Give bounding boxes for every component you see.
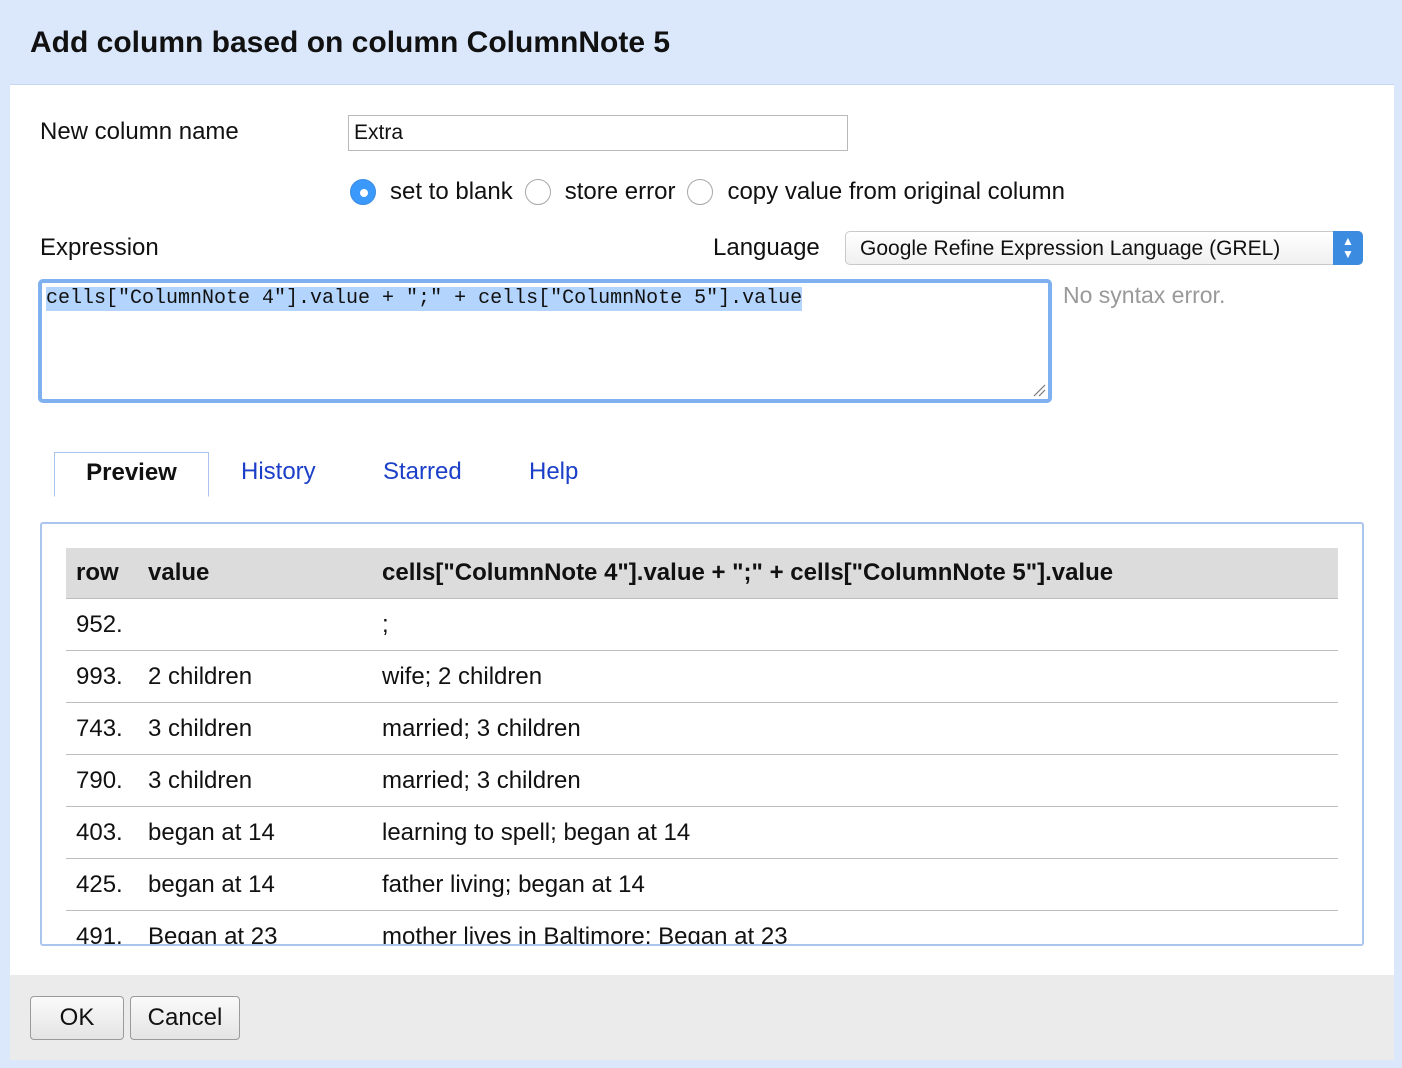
row-value	[138, 598, 372, 651]
radio-label-store-error: store error	[564, 178, 676, 205]
radio-label-copy-value: copy value from original column	[727, 178, 1065, 205]
dialog-title-bar: Add column based on column ColumnNote 5	[10, 0, 1394, 85]
new-column-name-label: New column name	[40, 118, 239, 145]
tab-help[interactable]: Help	[529, 452, 578, 496]
syntax-status: No syntax error.	[1063, 282, 1226, 308]
row-value: Began at 23	[138, 910, 372, 944]
row-result: learning to spell; began at 14	[372, 806, 1338, 859]
dialog-title: Add column based on column ColumnNote 5	[30, 26, 671, 59]
row-number: 952.	[66, 598, 138, 651]
row-result: mother lives in Baltimore; Began at 23	[372, 910, 1338, 944]
row-result: married; 3 children	[372, 702, 1338, 755]
dialog-footer: OK Cancel	[10, 975, 1394, 1060]
new-column-name-input[interactable]	[348, 115, 848, 151]
expression-text: cells["ColumnNote 4"].value + ";" + cell…	[46, 287, 803, 311]
radio-copy-value[interactable]	[687, 179, 714, 205]
table-row: 790. 3 children married; 3 children	[66, 754, 1338, 807]
row-number: 993.	[66, 650, 138, 703]
on-error-options: set to blank store error copy value from…	[350, 175, 1077, 209]
cancel-button[interactable]: Cancel	[130, 996, 240, 1040]
row-value: 3 children	[138, 754, 372, 807]
row-result: married; 3 children	[372, 754, 1338, 807]
header-expression: cells["ColumnNote 4"].value + ";" + cell…	[372, 548, 1338, 599]
table-row: 403. began at 14 learning to spell; bega…	[66, 806, 1338, 859]
row-number: 425.	[66, 858, 138, 911]
row-value: began at 14	[138, 858, 372, 911]
table-row: 952. ;	[66, 598, 1338, 651]
language-select[interactable]: Google Refine Expression Language (GREL)…	[845, 231, 1363, 265]
table-row: 993. 2 children wife; 2 children	[66, 650, 1338, 703]
dialog-body: New column name set to blank store error…	[10, 85, 1394, 975]
table-row: 491. Began at 23 mother lives in Baltimo…	[66, 910, 1338, 944]
ok-button[interactable]: OK	[30, 996, 124, 1040]
preview-panel[interactable]: row value cells["ColumnNote 4"].value + …	[40, 522, 1364, 946]
row-number: 491.	[66, 910, 138, 944]
add-column-dialog: Add column based on column ColumnNote 5 …	[0, 0, 1402, 1068]
row-number: 743.	[66, 702, 138, 755]
tab-starred[interactable]: Starred	[383, 452, 462, 496]
row-value: 3 children	[138, 702, 372, 755]
radio-label-set-to-blank: set to blank	[390, 178, 513, 205]
table-row: 425. began at 14 father living; began at…	[66, 858, 1338, 911]
row-result: ;	[372, 598, 1338, 651]
radio-set-to-blank[interactable]	[350, 179, 376, 205]
preview-table: row value cells["ColumnNote 4"].value + …	[66, 548, 1338, 944]
resize-grip-icon[interactable]	[1032, 383, 1046, 397]
language-label: Language	[713, 234, 820, 261]
preview-header-row: row value cells["ColumnNote 4"].value + …	[66, 548, 1338, 599]
row-number: 403.	[66, 806, 138, 859]
row-result: father living; began at 14	[372, 858, 1338, 911]
row-result: wife; 2 children	[372, 650, 1338, 703]
tab-preview[interactable]: Preview	[54, 452, 209, 497]
header-row: row	[66, 548, 138, 599]
table-row: 743. 3 children married; 3 children	[66, 702, 1338, 755]
select-arrows-icon: ▲ ▼	[1333, 231, 1363, 265]
header-value: value	[138, 548, 372, 599]
expression-label: Expression	[40, 234, 159, 261]
row-number: 790.	[66, 754, 138, 807]
radio-store-error[interactable]	[524, 179, 551, 205]
expression-textarea[interactable]: cells["ColumnNote 4"].value + ";" + cell…	[38, 279, 1052, 403]
language-select-value: Google Refine Expression Language (GREL)	[860, 237, 1281, 260]
tab-bar: Preview History Starred Help	[54, 452, 1254, 497]
tab-history[interactable]: History	[241, 452, 316, 496]
row-value: 2 children	[138, 650, 372, 703]
row-value: began at 14	[138, 806, 372, 859]
